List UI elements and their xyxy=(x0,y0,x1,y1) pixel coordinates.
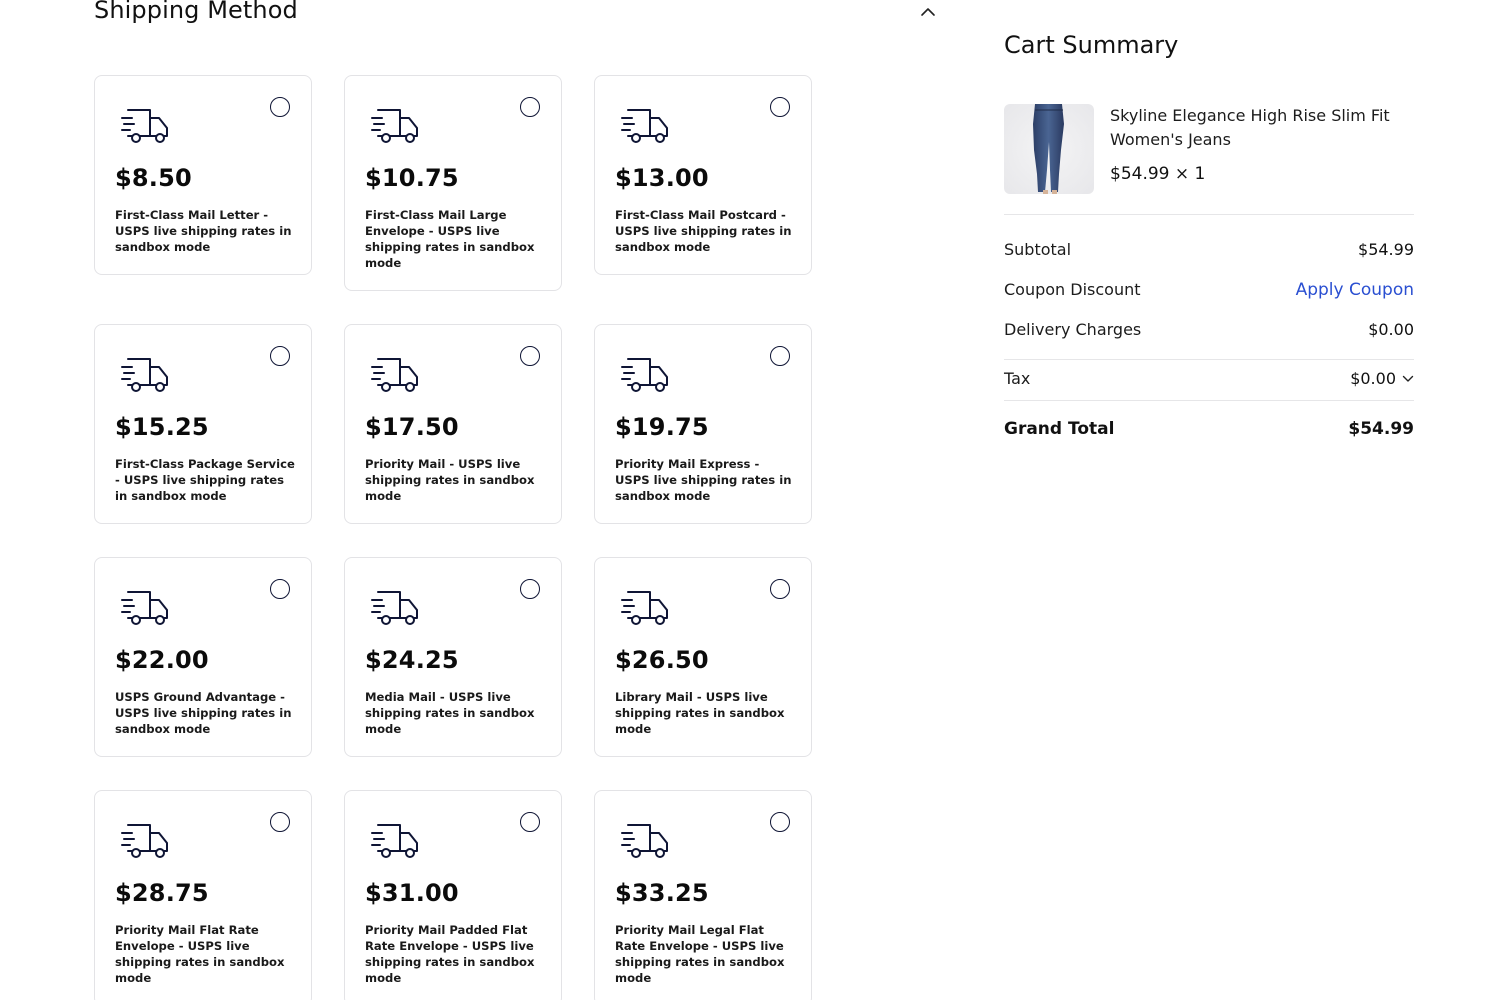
shipping-option-price: $13.00 xyxy=(615,164,709,192)
grand-total-value: $54.99 xyxy=(1348,419,1414,439)
divider xyxy=(1004,359,1414,360)
shipping-option-card[interactable]: $15.25 First-Class Package Service - USPS… xyxy=(94,324,312,524)
truck-icon xyxy=(370,106,422,146)
shipping-option-radio[interactable] xyxy=(520,346,540,366)
subtotal-label: Subtotal xyxy=(1004,240,1072,259)
shipping-option-card[interactable]: $28.75 Priority Mail Flat Rate Envelope -… xyxy=(94,790,312,1000)
shipping-option-card[interactable]: $13.00 First-Class Mail Postcard - USPS l… xyxy=(594,75,812,275)
shipping-option-card[interactable]: $24.25 Media Mail - USPS live shipping ra… xyxy=(344,557,562,757)
shipping-option-radio[interactable] xyxy=(770,97,790,117)
shipping-option-price: $28.75 xyxy=(115,879,209,907)
shipping-option-price: $24.25 xyxy=(365,646,459,674)
shipping-option-price: $17.50 xyxy=(365,413,459,441)
shipping-option-description: Priority Mail - USPS live shipping rates… xyxy=(365,457,535,503)
apply-coupon-link[interactable]: Apply Coupon xyxy=(1296,280,1414,300)
collapse-shipping-button[interactable] xyxy=(918,4,938,20)
shipping-option-description: Priority Mail Flat Rate Envelope - USPS … xyxy=(115,923,285,985)
shipping-option-radio[interactable] xyxy=(270,346,290,366)
shipping-option-price: $26.50 xyxy=(615,646,709,674)
shipping-option-description: Priority Mail Padded Flat Rate Envelope … xyxy=(365,923,535,985)
delivery-charges-value: $0.00 xyxy=(1368,320,1414,339)
shipping-option-description: Priority Mail Legal Flat Rate Envelope -… xyxy=(615,923,785,985)
shipping-option-card[interactable]: $33.25 Priority Mail Legal Flat Rate Enve… xyxy=(594,790,812,1000)
shipping-option-card[interactable]: $8.50 First-Class Mail Letter - USPS live… xyxy=(94,75,312,275)
shipping-option-radio[interactable] xyxy=(270,97,290,117)
shipping-option-description: First-Class Mail Postcard - USPS live sh… xyxy=(615,208,792,254)
jeans-product-image xyxy=(1033,104,1064,194)
shipping-option-card[interactable]: $22.00 USPS Ground Advantage - USPS live … xyxy=(94,557,312,757)
shipping-option-price: $10.75 xyxy=(365,164,459,192)
shipping-option-description: Priority Mail Express - USPS live shippi… xyxy=(615,457,792,503)
truck-icon xyxy=(120,588,172,628)
truck-icon xyxy=(120,106,172,146)
shipping-option-price: $8.50 xyxy=(115,164,192,192)
shipping-option-radio[interactable] xyxy=(270,812,290,832)
truck-icon xyxy=(620,588,672,628)
shipping-option-radio[interactable] xyxy=(770,579,790,599)
coupon-discount-label: Coupon Discount xyxy=(1004,280,1141,299)
divider xyxy=(1004,400,1414,401)
shipping-option-description: USPS Ground Advantage - USPS live shippi… xyxy=(115,690,292,736)
truck-icon xyxy=(120,821,172,861)
shipping-option-price: $33.25 xyxy=(615,879,709,907)
chevron-down-icon xyxy=(1402,375,1414,382)
truck-icon xyxy=(620,355,672,395)
shipping-option-radio[interactable] xyxy=(520,812,540,832)
shipping-option-price: $19.75 xyxy=(615,413,709,441)
shipping-option-radio[interactable] xyxy=(770,346,790,366)
cart-summary-title: Cart Summary xyxy=(1004,31,1179,59)
shipping-option-radio[interactable] xyxy=(270,579,290,599)
tax-toggle[interactable]: $0.00 xyxy=(1350,369,1414,388)
shipping-option-card[interactable]: $31.00 Priority Mail Padded Flat Rate Env… xyxy=(344,790,562,1000)
product-image[interactable] xyxy=(1004,104,1094,194)
truck-icon xyxy=(620,821,672,861)
grand-total-label: Grand Total xyxy=(1004,419,1115,439)
shipping-method-title: Shipping Method xyxy=(94,0,298,24)
shipping-option-card[interactable]: $17.50 Priority Mail - USPS live shipping… xyxy=(344,324,562,524)
truck-icon xyxy=(620,106,672,146)
shipping-option-card[interactable]: $19.75 Priority Mail Express - USPS live … xyxy=(594,324,812,524)
shipping-option-card[interactable]: $10.75 First-Class Mail Large Envelope - … xyxy=(344,75,562,291)
shipping-option-description: First-Class Mail Large Envelope - USPS l… xyxy=(365,208,535,270)
product-name[interactable]: Skyline Elegance High Rise Slim Fit Wome… xyxy=(1110,104,1410,152)
shipping-option-description: Library Mail - USPS live shipping rates … xyxy=(615,690,785,736)
shipping-option-description: Media Mail - USPS live shipping rates in… xyxy=(365,690,535,736)
tax-value: $0.00 xyxy=(1350,369,1396,388)
shipping-option-description: First-Class Package Service - USPS live … xyxy=(115,457,295,503)
shipping-option-description: First-Class Mail Letter - USPS live ship… xyxy=(115,208,292,254)
tax-label: Tax xyxy=(1004,369,1031,388)
shipping-option-radio[interactable] xyxy=(520,579,540,599)
truck-icon xyxy=(370,355,422,395)
product-price-quantity: $54.99 × 1 xyxy=(1110,164,1206,184)
shipping-option-price: $22.00 xyxy=(115,646,209,674)
truck-icon xyxy=(120,355,172,395)
delivery-charges-label: Delivery Charges xyxy=(1004,320,1142,339)
shipping-option-radio[interactable] xyxy=(770,812,790,832)
truck-icon xyxy=(370,588,422,628)
divider xyxy=(1004,214,1414,215)
shipping-option-price: $15.25 xyxy=(115,413,209,441)
shipping-option-radio[interactable] xyxy=(520,97,540,117)
chevron-up-icon xyxy=(921,8,935,16)
shipping-option-price: $31.00 xyxy=(365,879,459,907)
truck-icon xyxy=(370,821,422,861)
shipping-option-card[interactable]: $26.50 Library Mail - USPS live shipping … xyxy=(594,557,812,757)
subtotal-value: $54.99 xyxy=(1358,240,1414,259)
